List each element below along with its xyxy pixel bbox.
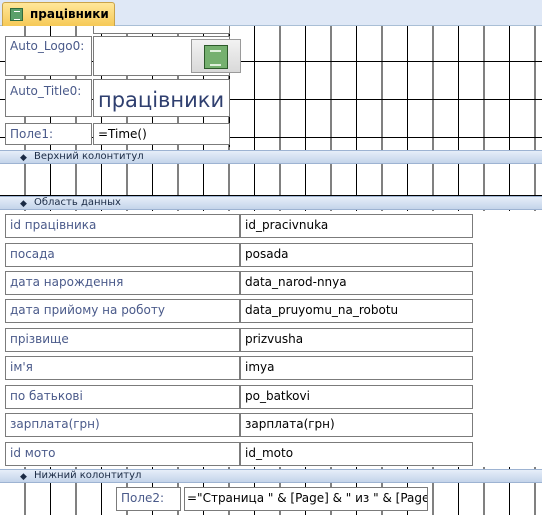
report-icon — [10, 8, 23, 21]
detail-field[interactable]: data_pruyomu_na_robotu — [240, 299, 473, 323]
detail-label[interactable]: дата нарождення — [5, 271, 240, 295]
title-label[interactable]: Auto_Title0: — [5, 79, 92, 117]
band-expand-icon: ◆ — [20, 472, 27, 482]
detail-field[interactable]: id_moto — [240, 442, 473, 466]
detail-field[interactable]: po_batkovi — [240, 385, 473, 409]
band-page-header[interactable]: ◆ Верхний колонтитул — [0, 150, 542, 164]
logo-frame[interactable] — [93, 36, 241, 76]
detail-label[interactable]: дата прийому на роботу — [5, 299, 240, 323]
tab-pracivnyky[interactable]: працівники — [2, 2, 115, 26]
detail-label[interactable]: зарплата(грн) — [5, 413, 240, 437]
detail-field[interactable]: id_pracivnuka — [240, 214, 473, 238]
field1-label[interactable]: Поле1: — [5, 123, 92, 145]
detail-label[interactable]: по батькові — [5, 385, 240, 409]
field2-label[interactable]: Поле2: — [116, 487, 181, 511]
detail-field[interactable]: imya — [240, 356, 473, 380]
field1-textbox[interactable]: =Time() — [93, 123, 230, 145]
detail-label[interactable]: посада — [5, 243, 240, 267]
detail-field[interactable]: prizvusha — [240, 328, 473, 352]
page-header-area — [0, 165, 542, 196]
detail-label[interactable]: id мото — [5, 442, 240, 466]
report-icon — [204, 45, 228, 69]
band-label: Область данных — [34, 197, 121, 208]
report-design-canvas[interactable]: Auto_Logo0: Auto_Title0: працівники Поле… — [0, 26, 542, 515]
band-label: Нижний колонтитул — [34, 470, 142, 481]
detail-label[interactable]: прізвище — [5, 328, 240, 352]
field2-textbox[interactable]: ="Страница " & [Page] & " из " & [Page — [184, 487, 428, 511]
tab-label: працівники — [30, 7, 109, 21]
logo-label[interactable]: Auto_Logo0: — [5, 36, 92, 76]
band-detail[interactable]: ◆ Область данных — [0, 196, 542, 210]
band-label: Верхний колонтитул — [34, 151, 144, 162]
band-expand-icon: ◆ — [20, 153, 27, 163]
band-page-footer[interactable]: ◆ Нижний колонтитул — [0, 469, 542, 483]
logo-image — [191, 39, 241, 73]
detail-label[interactable]: ім'я — [5, 356, 240, 380]
detail-label[interactable]: id працівника — [5, 214, 240, 238]
detail-field[interactable]: зарплата(грн) — [240, 413, 473, 437]
detail-field[interactable]: posada — [240, 243, 473, 267]
band-expand-icon: ◆ — [20, 199, 27, 209]
cutoff-field[interactable] — [93, 26, 230, 34]
detail-field[interactable]: data_narod-nnya — [240, 271, 473, 295]
title-field[interactable]: працівники — [93, 79, 230, 117]
